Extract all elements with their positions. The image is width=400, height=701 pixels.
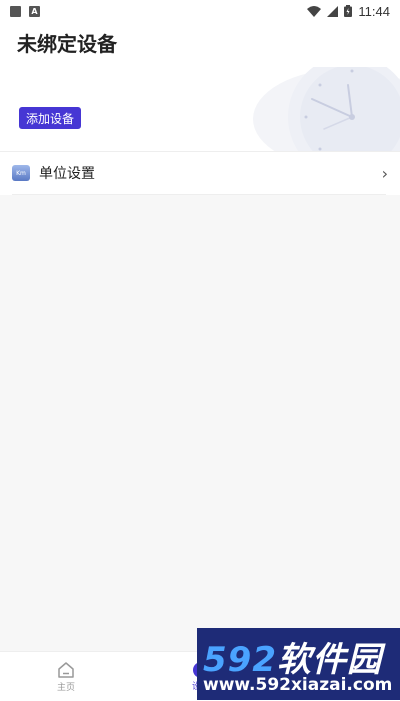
content-area <box>0 195 400 651</box>
watermark-logo: 592软件园 www.592xiazai.com <box>197 628 400 700</box>
add-device-button[interactable]: 添加设备 <box>19 107 82 129</box>
watermark-url: www.592xiazai.com <box>203 675 393 695</box>
device-header: 未绑定设备 添加设备 <box>0 22 400 152</box>
notification-icon <box>10 5 21 17</box>
status-bar-left: A <box>10 5 40 17</box>
unit-settings-row[interactable]: Km 单位设置 › <box>0 152 400 194</box>
unit-icon-text: Km <box>16 169 26 177</box>
home-icon <box>58 661 74 678</box>
status-bar-right: 11:44 <box>307 4 390 19</box>
status-bar: A 11:44 <box>0 0 400 22</box>
watermark-logo-name: 软件园 <box>276 640 382 680</box>
watermark-logo-text: 592软件园 <box>203 632 382 681</box>
signal-icon <box>327 5 339 17</box>
tab-home-label: 主页 <box>56 682 75 693</box>
battery-icon <box>344 5 353 17</box>
status-time: 11:44 <box>358 3 390 19</box>
chevron-right-icon: › <box>381 163 388 183</box>
unit-settings-icon: Km <box>12 165 30 181</box>
page-title: 未绑定设备 <box>17 32 117 56</box>
tab-home[interactable]: 主页 <box>26 652 106 701</box>
watermark-logo-number: 592 <box>203 640 277 680</box>
unit-settings-label: 单位设置 <box>39 166 95 182</box>
wifi-icon <box>307 5 322 17</box>
clock-illustration-icon <box>253 67 400 152</box>
app-notification-icon: A <box>29 5 40 17</box>
